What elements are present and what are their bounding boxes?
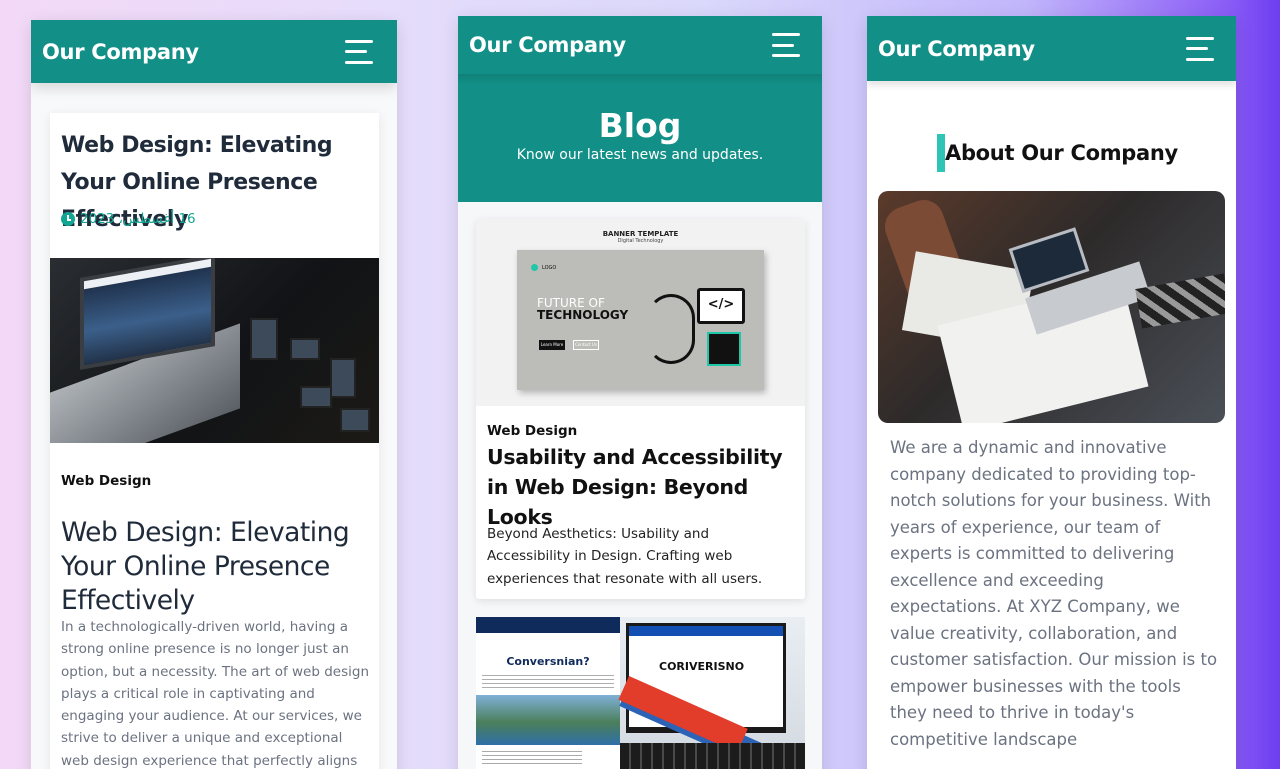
about-team-image xyxy=(878,191,1225,423)
blog-card[interactable]: BANNER TEMPLATE Digital Technology LOGO … xyxy=(476,219,805,599)
blog-hero-title: Blog xyxy=(598,106,682,145)
brand-logo[interactable]: Our Company xyxy=(469,33,626,57)
top-navbar: Our Company xyxy=(31,20,397,83)
phone-blog-post: Our Company Web Design: Elevating Your O… xyxy=(31,20,397,769)
blog-hero-subtitle: Know our latest news and updates. xyxy=(516,147,764,163)
banner-subtitle: Digital Technology xyxy=(617,238,664,244)
blog-card-image: BANNER TEMPLATE Digital Technology LOGO … xyxy=(476,219,805,406)
top-navbar: Our Company xyxy=(867,16,1236,81)
banner-contact: Contact Us xyxy=(573,340,599,350)
blog-card-title[interactable]: Usability and Accessibility in Web Desig… xyxy=(487,442,799,532)
post-date-text: 16 أغسطس، 2023 xyxy=(80,211,196,227)
post-title: Web Design: Elevating Your Online Presen… xyxy=(61,517,350,616)
hamburger-menu-icon[interactable] xyxy=(772,33,802,57)
blog-card-2-image-left: Conversnian? xyxy=(476,617,620,769)
top-navbar: Our Company xyxy=(458,16,822,74)
banner-learn-more: Learn More xyxy=(539,340,565,350)
banner-logo-text: LOGO xyxy=(542,264,557,271)
post-date: 16 أغسطس، 2023 xyxy=(61,211,196,227)
post-body: In a technologically-driven world, havin… xyxy=(61,619,369,769)
blog-card-2-image-right: CORIVERISNO xyxy=(618,617,805,769)
image-left-title: Conversnian? xyxy=(506,655,590,668)
phone-blog-list: Blog Know our latest news and updates. O… xyxy=(458,16,822,769)
brand-logo[interactable]: Our Company xyxy=(42,40,199,64)
about-heading: About Our Company xyxy=(937,134,1178,172)
brand-logo[interactable]: Our Company xyxy=(878,37,1035,61)
about-body: We are a dynamic and innovative company … xyxy=(890,438,1218,749)
banner-heading-line2: TECHNOLOGY xyxy=(537,308,629,322)
hamburger-menu-icon[interactable] xyxy=(345,39,375,64)
banner-title: BANNER TEMPLATE xyxy=(602,230,679,238)
blog-card-excerpt: Beyond Aesthetics: Usability and Accessi… xyxy=(487,526,763,587)
post-card: Web Design: Elevating Your Online Presen… xyxy=(50,113,379,769)
blog-hero: Blog Know our latest news and updates. xyxy=(458,74,822,202)
blog-card-category[interactable]: Web Design xyxy=(487,423,577,439)
about-heading-text: About Our Company xyxy=(945,141,1178,165)
image-right-title: CORIVERISNO xyxy=(659,660,745,673)
blog-card-2[interactable]: Conversnian? CORIVERISNO xyxy=(476,617,805,769)
chip-icon xyxy=(707,332,741,366)
post-category[interactable]: Web Design xyxy=(61,473,151,489)
heading-accent-bar xyxy=(937,134,945,172)
clock-icon xyxy=(61,212,75,226)
hamburger-menu-icon[interactable] xyxy=(1186,36,1216,61)
code-icon: </> xyxy=(697,288,745,324)
post-featured-image xyxy=(50,258,379,443)
phone-about: Our Company About Our Company We are a d… xyxy=(867,16,1236,769)
